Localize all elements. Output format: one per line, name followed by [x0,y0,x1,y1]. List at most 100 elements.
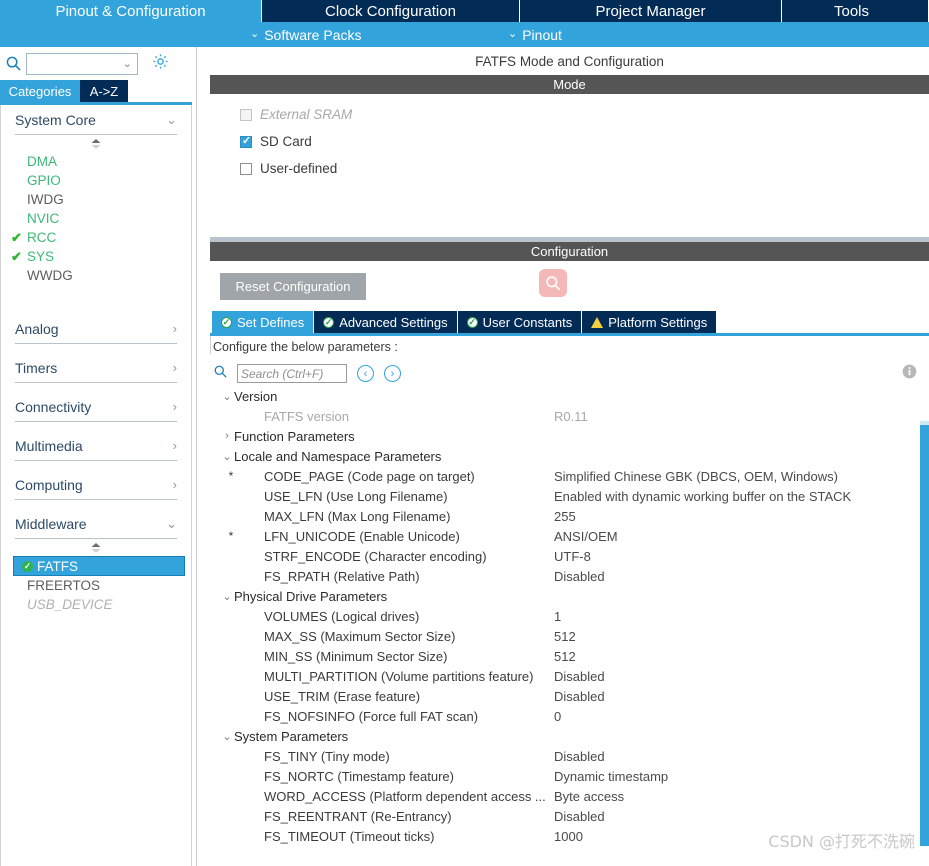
tab-pinout-configuration[interactable]: Pinout & Configuration [0,0,262,22]
chevron-down-icon[interactable]: ⌄ [220,450,234,463]
param-value[interactable]: Dynamic timestamp [554,769,929,784]
param-name: MULTI_PARTITION (Volume partitions featu… [264,668,534,684]
checkbox-checked-icon[interactable] [240,134,252,148]
tree-group-version[interactable]: ⌄ Version [210,386,929,406]
sidebar-item-iwdg[interactable]: IWDG [1,190,191,209]
param-value[interactable]: ANSI/OEM [554,529,929,544]
sidebar-item-freertos[interactable]: FREERTOS [1,576,191,595]
tree-group-physical-drive-parameters[interactable]: ⌄ Physical Drive Parameters [210,586,929,606]
menu-pinout[interactable]: ⌄ Pinout [508,22,562,47]
param-value[interactable]: 255 [554,509,929,524]
table-row[interactable]: * LFN_UNICODE (Enable Unicode) ANSI/OEM [210,526,929,546]
table-row[interactable]: STRF_ENCODE (Character encoding) UTF-8 [210,546,929,566]
tab-label: Clock Configuration [325,2,456,20]
menu-software-packs[interactable]: ⌄ Software Packs [250,22,361,47]
sidebar-group-connectivity[interactable]: Connectivity › [1,392,191,421]
table-row[interactable]: MAX_SS (Maximum Sector Size) 512 [210,626,929,646]
sidebar-group-label: Middleware [15,515,87,532]
mode-option-sd-card[interactable]: SD Card [210,132,929,151]
checkbox-icon[interactable] [240,108,252,121]
table-row[interactable]: FS_RPATH (Relative Path) Disabled [210,566,929,586]
info-icon[interactable] [902,364,917,384]
tab-clock-configuration[interactable]: Clock Configuration [262,0,520,22]
sidebar-item-fatfs[interactable]: ✓ FATFS [13,556,185,576]
table-row[interactable]: USE_TRIM (Erase feature) Disabled [210,686,929,706]
table-row[interactable]: MAX_LFN (Max Long Filename) 255 [210,506,929,526]
sidebar-group-middleware[interactable]: Middleware ⌄ [1,509,191,538]
param-value[interactable]: Disabled [554,689,929,704]
table-row[interactable]: FS_NOFSINFO (Force full FAT scan) 0 [210,706,929,726]
param-value[interactable]: Disabled [554,569,929,584]
scroll-nub-icon[interactable] [1,539,191,556]
param-value[interactable]: 0 [554,709,929,724]
sidebar-group-computing[interactable]: Computing › [1,470,191,499]
sidebar-item-wwdg[interactable]: WWDG [1,266,191,285]
table-row[interactable]: FATFS version R0.11 [210,406,929,426]
chevron-right-icon[interactable]: › [220,430,234,442]
search-input[interactable]: ⌄ [26,52,138,75]
table-row[interactable]: * CODE_PAGE (Code page on target) Simplifi… [210,466,929,486]
sidebar-item-dma[interactable]: DMA [1,152,191,171]
sidebar-group-analog[interactable]: Analog › [1,314,191,343]
tab-project-manager[interactable]: Project Manager [520,0,782,22]
reset-configuration-button[interactable]: Reset Configuration [220,273,366,300]
check-circle-icon: ✓ [466,316,478,328]
tab-label: Tools [834,2,870,20]
tree-group-function-parameters[interactable]: › Function Parameters [210,426,929,446]
sidebar-group-label: Analog [15,320,59,337]
sidebar-tab-categories[interactable]: Categories [0,80,80,102]
divider [15,499,177,500]
sidebar-item-nvic[interactable]: NVIC [1,209,191,228]
param-value[interactable]: Disabled [554,749,929,764]
table-row[interactable]: MULTI_PARTITION (Volume partitions featu… [210,666,929,686]
table-row[interactable]: VOLUMES (Logical drives) 1 [210,606,929,626]
tab-platform-settings[interactable]: Platform Settings [582,311,718,333]
mode-option-user-defined[interactable]: User-defined [210,159,929,178]
param-value[interactable]: Disabled [554,809,929,824]
param-name: FS_TINY (Tiny mode) [264,748,390,764]
parameter-tree[interactable]: ⌄ Version FATFS version R0.11 › Function Pa… [210,386,929,846]
scroll-nub-icon[interactable] [1,135,191,152]
tab-advanced-settings[interactable]: ✓ Advanced Settings [314,311,458,333]
chevron-down-icon[interactable]: ⌄ [220,590,234,603]
param-value[interactable]: Byte access [554,789,929,804]
chevron-down-icon[interactable]: ⌄ [220,390,234,403]
parameter-search-input[interactable]: Search (Ctrl+F) [237,364,347,383]
sidebar-tab-a-to-z[interactable]: A->Z [80,80,128,102]
chevron-down-icon[interactable]: ⌄ [220,730,234,743]
param-value[interactable]: 512 [554,649,929,664]
tab-set-defines[interactable]: ✓ Set Defines [212,311,315,333]
param-value[interactable]: 512 [554,629,929,644]
table-row[interactable]: WORD_ACCESS (Platform dependent access .… [210,786,929,806]
sidebar-group-multimedia[interactable]: Multimedia › [1,431,191,460]
mode-option-external-sram[interactable]: External SRAM [210,105,929,124]
tab-tools[interactable]: Tools [782,0,929,22]
chevron-right-circle-icon[interactable]: › [384,365,401,382]
chevron-left-circle-icon[interactable]: ‹ [357,365,374,382]
sidebar-item-sys[interactable]: ✔ SYS [1,247,191,266]
gear-icon[interactable] [152,53,169,75]
table-row[interactable]: FS_TIMEOUT (Timeout ticks) 1000 [210,826,929,846]
table-row[interactable]: FS_TINY (Tiny mode) Disabled [210,746,929,766]
table-row[interactable]: FS_REENTRANT (Re-Entrancy) Disabled [210,806,929,826]
magnifier-icon[interactable] [539,269,567,297]
sidebar-item-rcc[interactable]: ✔ RCC [1,228,191,247]
param-value[interactable]: UTF-8 [554,549,929,564]
sidebar-group-timers[interactable]: Timers › [1,353,191,382]
table-row[interactable]: FS_NORTC (Timestamp feature) Dynamic time… [210,766,929,786]
sidebar-group-system-core[interactable]: System Core ⌄ [1,105,191,134]
param-value[interactable]: 1 [554,609,929,624]
checkbox-icon[interactable] [240,162,252,175]
param-value[interactable]: Enabled with dynamic working buffer on t… [554,489,929,504]
tab-user-constants[interactable]: ✓ User Constants [457,311,583,333]
param-value[interactable]: Disabled [554,669,929,684]
vertical-scrollbar[interactable] [920,421,929,846]
param-value[interactable]: 1000 [554,829,929,844]
table-row[interactable]: USE_LFN (Use Long Filename) Enabled with … [210,486,929,506]
tree-group-locale-namespace-parameters[interactable]: ⌄ Locale and Namespace Parameters [210,446,929,466]
table-row[interactable]: MIN_SS (Minimum Sector Size) 512 [210,646,929,666]
tree-group-system-parameters[interactable]: ⌄ System Parameters [210,726,929,746]
sidebar-item-usb-device[interactable]: USB_DEVICE [1,595,191,614]
param-value[interactable]: Simplified Chinese GBK (DBCS, OEM, Windo… [554,469,929,484]
sidebar-item-gpio[interactable]: GPIO [1,171,191,190]
